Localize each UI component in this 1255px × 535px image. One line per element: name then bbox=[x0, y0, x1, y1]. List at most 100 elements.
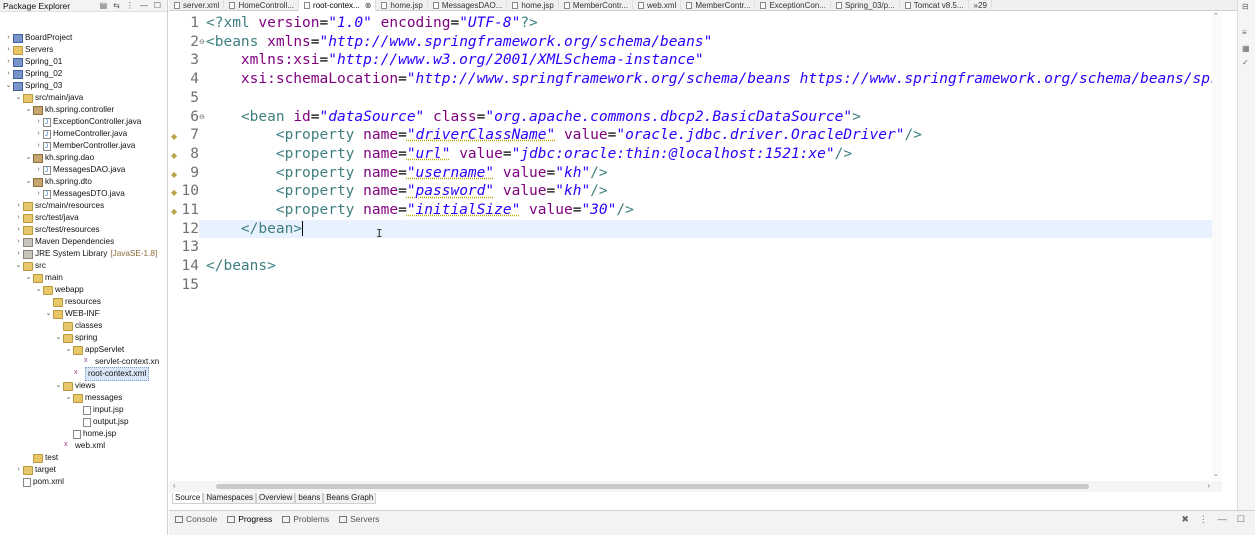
collapse-chevron-icon[interactable]: › bbox=[34, 116, 43, 128]
editor-tab[interactable]: Tomcat v8.5... bbox=[900, 0, 969, 11]
tree-item[interactable]: › src/test/resources bbox=[14, 224, 100, 236]
editor-tab[interactable]: home.jsp bbox=[376, 0, 428, 11]
tree-item[interactable]: › target bbox=[14, 464, 56, 476]
tree-item[interactable]: output.jsp bbox=[74, 416, 129, 428]
fold-toggle-icon[interactable]: ⊖ bbox=[199, 113, 205, 121]
expand-chevron-icon[interactable]: ⌄ bbox=[24, 272, 33, 284]
collapse-chevron-icon[interactable]: › bbox=[4, 44, 13, 56]
scroll-up-arrow-icon[interactable]: ⌃ bbox=[1213, 12, 1219, 20]
tree-item[interactable]: ⌄ src/main/java bbox=[14, 92, 83, 104]
collapse-chevron-icon[interactable]: › bbox=[14, 200, 23, 212]
panel-tab[interactable]: Servers bbox=[339, 514, 379, 524]
tree-item[interactable]: ⌄ kh.spring.controller bbox=[24, 104, 114, 116]
link-editor-icon[interactable]: ⇆ bbox=[113, 1, 120, 10]
collapse-all-icon[interactable]: ▤ bbox=[100, 1, 108, 10]
remove-all-icon[interactable]: ✖ bbox=[1181, 514, 1189, 525]
restore-icon[interactable]: ⊟ bbox=[1242, 2, 1249, 11]
tree-item[interactable]: pom.xml bbox=[14, 476, 64, 488]
collapse-chevron-icon[interactable]: › bbox=[34, 164, 43, 176]
tree-item[interactable]: › src/main/resources bbox=[14, 200, 104, 212]
spring-icon[interactable]: ✓ bbox=[1242, 58, 1249, 67]
collapse-chevron-icon[interactable]: › bbox=[14, 248, 23, 260]
editor-tab[interactable]: root-contex... ⊗ bbox=[299, 0, 377, 11]
tree-item[interactable]: ⌄ main bbox=[24, 272, 63, 284]
tree-item[interactable]: › MessagesDAO.java bbox=[34, 164, 125, 177]
tree-item[interactable]: › JRE System Library [JavaSE-1.8] bbox=[14, 248, 157, 260]
xml-editor[interactable]: 1 <?xml version="1.0" encoding="UTF-8"?> 2… bbox=[169, 12, 1219, 492]
minimize-icon[interactable]: — bbox=[1218, 514, 1227, 525]
tree-item[interactable]: › Spring_01 bbox=[4, 56, 62, 68]
expand-chevron-icon[interactable]: ⌄ bbox=[44, 308, 53, 320]
maximize-icon[interactable]: ☐ bbox=[1237, 514, 1245, 525]
tree-item[interactable]: › HomeController.java bbox=[34, 128, 127, 141]
tree-item[interactable]: › MessagesDTO.java bbox=[34, 188, 124, 201]
expand-chevron-icon[interactable]: ⌄ bbox=[4, 80, 13, 92]
panel-tab[interactable]: Console bbox=[175, 514, 217, 524]
collapse-chevron-icon[interactable]: › bbox=[14, 236, 23, 248]
tree-item[interactable]: › Servers bbox=[4, 44, 53, 56]
tree-item[interactable]: root-context.xml bbox=[64, 367, 150, 381]
collapse-chevron-icon[interactable]: › bbox=[14, 464, 23, 476]
editor-page-tab[interactable]: Overview bbox=[256, 493, 296, 504]
editor-tab[interactable]: ExceptionCon... bbox=[755, 0, 831, 11]
collapse-chevron-icon[interactable]: › bbox=[4, 32, 13, 44]
tree-item[interactable]: ⌄ webapp bbox=[34, 284, 84, 296]
editor-tab[interactable]: MemberContr... bbox=[681, 0, 756, 11]
scroll-left-arrow-icon[interactable]: ‹ bbox=[173, 481, 176, 490]
expand-chevron-icon[interactable]: ⌄ bbox=[24, 152, 33, 164]
collapse-chevron-icon[interactable]: › bbox=[4, 56, 13, 68]
tree-item[interactable]: ⌄ messages bbox=[64, 392, 122, 404]
fold-toggle-icon[interactable]: ⊖ bbox=[199, 38, 205, 46]
expand-chevron-icon[interactable]: ⌄ bbox=[34, 284, 43, 296]
tree-item[interactable]: ⌄ Spring_03 bbox=[4, 80, 62, 92]
collapse-chevron-icon[interactable]: › bbox=[14, 212, 23, 224]
horizontal-scrollbar[interactable]: ‹ › bbox=[169, 481, 1222, 492]
tree-item[interactable]: ⌄ WEB-INF bbox=[44, 308, 100, 320]
horizontal-scroll-thumb[interactable] bbox=[216, 484, 1089, 489]
tree-item[interactable]: ⌄ src bbox=[14, 260, 46, 272]
expand-chevron-icon[interactable]: ⌄ bbox=[24, 176, 33, 188]
minimize-icon[interactable]: — bbox=[140, 1, 148, 10]
maximize-icon[interactable]: ☐ bbox=[154, 1, 161, 10]
editor-tab[interactable]: home.jsp bbox=[507, 0, 559, 11]
editor-tab[interactable]: Spring_03/p... bbox=[831, 0, 900, 11]
editor-tab[interactable]: HomeControll... bbox=[224, 0, 300, 11]
scroll-down-arrow-icon[interactable]: ⌄ bbox=[1213, 470, 1219, 478]
editor-tab[interactable]: MessagesDAO... bbox=[428, 0, 508, 11]
scroll-right-arrow-icon[interactable]: › bbox=[1207, 481, 1210, 490]
editor-tab[interactable]: server.xml bbox=[169, 0, 225, 11]
outline-icon[interactable]: ≡ bbox=[1242, 28, 1247, 37]
editor-tab[interactable]: MemberContr... bbox=[559, 0, 633, 11]
expand-chevron-icon[interactable]: ⌄ bbox=[14, 260, 23, 272]
tree-item[interactable]: ⌄ spring bbox=[54, 332, 97, 344]
tree-item[interactable]: ⌄ views bbox=[54, 380, 95, 392]
expand-chevron-icon[interactable]: ⌄ bbox=[54, 380, 63, 392]
panel-tab[interactable]: Problems bbox=[282, 514, 329, 524]
view-menu-icon[interactable]: ⋮ bbox=[1199, 514, 1208, 525]
tree-item[interactable]: ⌄ appServlet bbox=[64, 344, 124, 356]
expand-chevron-icon[interactable]: ⌄ bbox=[14, 92, 23, 104]
collapse-chevron-icon[interactable]: › bbox=[34, 140, 43, 152]
tree-item[interactable]: home.jsp bbox=[64, 428, 116, 440]
editor-page-tab[interactable]: Source bbox=[172, 493, 204, 504]
tree-item[interactable]: input.jsp bbox=[74, 404, 124, 416]
editor-page-tab[interactable]: Namespaces bbox=[203, 493, 257, 504]
editor-page-tab[interactable]: beans bbox=[295, 493, 324, 504]
tree-item[interactable]: › MemberController.java bbox=[34, 140, 135, 153]
editor-tab[interactable]: web.xml bbox=[633, 0, 682, 11]
tree-item[interactable]: › BoardProject bbox=[4, 32, 72, 44]
tree-item[interactable]: test bbox=[24, 452, 58, 464]
collapse-chevron-icon[interactable]: › bbox=[34, 128, 43, 140]
tree-item[interactable]: › src/test/java bbox=[14, 212, 79, 224]
expand-chevron-icon[interactable]: ⌄ bbox=[24, 104, 33, 116]
tree-item[interactable]: classes bbox=[54, 320, 102, 332]
view-menu-icon[interactable]: ⋮ bbox=[126, 1, 134, 10]
panel-tab[interactable]: Progress bbox=[227, 514, 272, 524]
collapse-chevron-icon[interactable]: › bbox=[34, 188, 43, 200]
tree-item[interactable]: ⌄ kh.spring.dto bbox=[24, 176, 92, 188]
collapse-chevron-icon[interactable]: › bbox=[14, 224, 23, 236]
tree-item[interactable]: › ExceptionController.java bbox=[34, 116, 141, 129]
expand-chevron-icon[interactable]: ⌄ bbox=[64, 392, 73, 404]
tree-item[interactable]: › Spring_02 bbox=[4, 68, 62, 80]
tree-item[interactable]: web.xml bbox=[54, 439, 105, 452]
